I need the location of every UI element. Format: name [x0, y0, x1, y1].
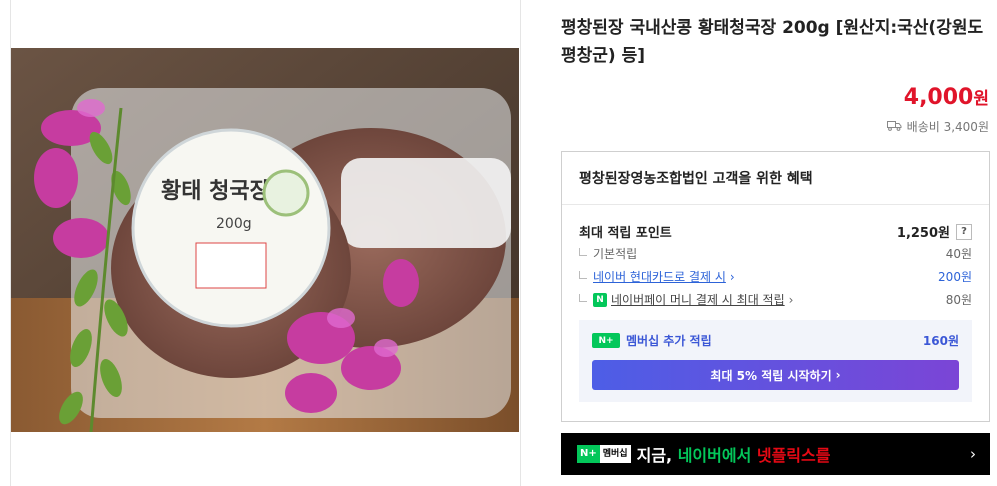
- benefit-box: 평창된장영농조합법인 고객을 위한 혜택 최대 적립 포인트 1,250원 ? …: [561, 151, 990, 422]
- image-weight-text: 200g: [216, 216, 252, 232]
- banner-text-3: 넷플릭스를: [756, 446, 831, 465]
- netflix-promo-banner[interactable]: N+ 멤버십 지금, 네이버에서 넷플릭스를 ›: [561, 433, 990, 475]
- benefit-heading: 평창된장영농조합법인 고객을 위한 혜택: [579, 171, 813, 187]
- npay-icon: N: [593, 292, 607, 307]
- chevron-right-icon: ›: [788, 292, 794, 307]
- membership-start-button[interactable]: 최대 5% 적립 시작하기 ›: [592, 360, 959, 390]
- divider: [520, 0, 521, 486]
- tree-line: [579, 270, 587, 279]
- banner-text-1: 지금,: [636, 446, 678, 465]
- chevron-right-icon: ›: [835, 368, 841, 382]
- naver-plus-icon: N+: [577, 445, 600, 463]
- membership-label: 멤버십 추가 적립: [626, 334, 712, 348]
- membership-badge: N+ 멤버십: [577, 445, 631, 463]
- benefit-item-npay[interactable]: N 네이버페이 머니 결제 시 최대 적립 › 80원: [579, 291, 972, 308]
- tree-line: [579, 247, 587, 256]
- benefit-link[interactable]: 네이버 현대카드로 결제 시: [593, 268, 726, 285]
- image-label-text: 황태 청국장: [161, 179, 270, 204]
- benefit-value: 200원: [938, 270, 972, 284]
- benefit-item-basic: 기본적립 40원: [579, 245, 972, 262]
- shipping-fee: 배송비 3,400원: [906, 120, 989, 134]
- max-points-row: 최대 적립 포인트 1,250원 ?: [579, 222, 972, 241]
- benefit-label: 기본적립: [593, 247, 638, 261]
- membership-row: N+ 멤버십 추가 적립 160원: [592, 332, 959, 349]
- chevron-right-icon: ›: [729, 269, 735, 284]
- membership-button-label: 최대 5% 적립 시작하기: [710, 368, 832, 383]
- product-image[interactable]: 황태 청국장 200g: [11, 48, 519, 432]
- benefit-link[interactable]: 네이버페이 머니 결제 시 최대 적립: [611, 291, 785, 308]
- max-points-label: 최대 적립 포인트: [579, 226, 672, 241]
- naver-plus-icon: N+: [592, 333, 620, 348]
- price-unit: 원: [973, 89, 989, 109]
- gallery-panel: 황태 청국장 200g: [0, 0, 540, 486]
- banner-text-2: 네이버에서: [677, 446, 757, 465]
- tree-line: [579, 293, 587, 302]
- membership-value: 160원: [922, 334, 959, 348]
- membership-box: N+ 멤버십 추가 적립 160원 최대 5% 적립 시작하기 ›: [579, 320, 972, 402]
- chevron-right-icon: ›: [970, 445, 976, 463]
- divider: [562, 204, 989, 205]
- price-value: 4,000: [903, 85, 974, 110]
- max-points-value: 1,250원: [896, 226, 950, 241]
- benefit-value: 40원: [945, 247, 972, 261]
- benefit-value: 80원: [945, 293, 972, 307]
- membership-badge-text: 멤버십: [599, 445, 631, 463]
- shipping-info: 배송비 3,400원: [886, 118, 989, 135]
- max-points-value-group: 1,250원 ?: [897, 222, 972, 241]
- help-icon[interactable]: ?: [956, 223, 972, 240]
- product-title: 평창된장 국내산콩 황태청국장 200g [원산지:국산(강원도 평창군) 등]: [561, 18, 984, 66]
- banner-text: 지금, 네이버에서 넷플릭스를: [637, 442, 831, 466]
- product-price: 4,000원: [904, 84, 989, 110]
- benefit-item-hyundai-card[interactable]: 네이버 현대카드로 결제 시 › 200원: [579, 268, 972, 285]
- truck-icon: [886, 120, 902, 134]
